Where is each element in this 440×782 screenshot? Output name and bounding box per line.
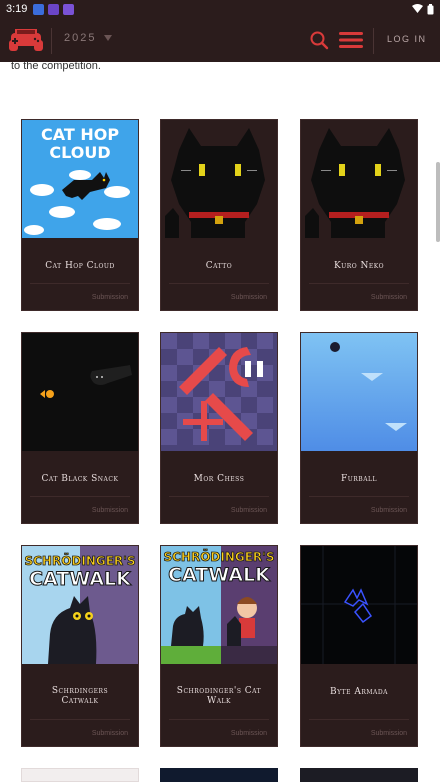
card-title[interactable]: Catto: [161, 261, 277, 271]
submission-card[interactable]: [300, 768, 418, 782]
black-cat-thumbnail: [161, 120, 277, 238]
site-header: 2025 LOG IN: [0, 18, 440, 62]
card-title[interactable]: Byte Armada: [301, 687, 417, 697]
submission-card[interactable]: SCHRÖDINGER'S CATWALK Schrdingers Catwal…: [21, 545, 139, 747]
submission-badge: Submission: [91, 294, 128, 301]
submission-badge: Submission: [91, 507, 128, 514]
header-divider: [51, 28, 52, 54]
card-divider: [309, 496, 409, 497]
submission-card[interactable]: Mor Chess Submission: [160, 332, 278, 524]
card-divider: [169, 719, 269, 720]
card-divider: [30, 283, 130, 284]
login-link[interactable]: LOG IN: [387, 34, 427, 44]
art-text: CAT HOP: [41, 125, 119, 144]
submission-badge: Submission: [370, 294, 407, 301]
submission-badge: Submission: [230, 730, 267, 737]
notification-icon: [63, 3, 75, 15]
card-title[interactable]: Kuro Neko: [301, 261, 417, 271]
submission-card[interactable]: Byte Armada Submission: [300, 545, 418, 747]
art-text: SCHRÖDINGER'S: [24, 553, 135, 568]
submission-badge: Submission: [230, 294, 267, 301]
card-divider: [30, 719, 130, 720]
submission-card[interactable]: SCHRÖDINGER'S CATWALK Schrodinger's Cat …: [160, 545, 278, 747]
hamburger-menu-icon[interactable]: [339, 31, 363, 49]
submission-badge: Submission: [230, 507, 267, 514]
year-label: 2025: [64, 32, 97, 44]
card-divider: [169, 496, 269, 497]
chevron-down-icon: [104, 35, 113, 41]
wifi-icon: [412, 4, 423, 13]
battery-icon: [427, 3, 434, 14]
card-title[interactable]: Furball: [301, 474, 417, 484]
intro-text: to the competition.: [11, 60, 101, 72]
card-divider: [309, 283, 409, 284]
black-cat-thumbnail: [301, 120, 417, 238]
card-title[interactable]: Schrodinger's Cat Walk: [161, 686, 277, 706]
submission-card[interactable]: [21, 768, 139, 782]
submission-card[interactable]: Catto Submission: [160, 119, 278, 311]
art-text: CLOUD: [49, 143, 110, 162]
cat-hop-cloud-thumbnail: CAT HOP CLOUD: [22, 120, 138, 238]
art-text: CATWALK: [168, 564, 271, 586]
submission-badge: Submission: [370, 507, 407, 514]
art-text: SCHRÖDINGER'S: [163, 549, 274, 564]
card-title[interactable]: Cat Black Snack: [22, 474, 138, 484]
card-title[interactable]: Cat Hop Cloud: [22, 261, 138, 271]
submission-badge: Submission: [91, 730, 128, 737]
notification-icon: [48, 3, 60, 15]
submission-badge: Submission: [370, 730, 407, 737]
submission-card[interactable]: Cat Black Snack Submission: [21, 332, 139, 524]
chess-thumbnail: [161, 333, 277, 451]
space-thumbnail: [301, 546, 417, 664]
card-title[interactable]: Mor Chess: [161, 474, 277, 484]
year-selector[interactable]: 2025: [64, 32, 113, 44]
scrollbar[interactable]: [436, 162, 440, 242]
furball-thumbnail: [301, 333, 417, 451]
card-title[interactable]: Schrdingers Catwalk: [22, 686, 138, 706]
card-divider: [309, 719, 409, 720]
submission-card[interactable]: [160, 768, 278, 782]
card-divider: [169, 283, 269, 284]
status-time: 3:19: [6, 3, 28, 15]
game-jam-logo-icon[interactable]: [9, 26, 43, 52]
notification-icon: [33, 3, 45, 15]
catwalk-thumbnail: SCHRÖDINGER'S CATWALK: [161, 546, 277, 664]
black-snack-thumbnail: [22, 333, 138, 451]
submission-card[interactable]: Kuro Neko Submission: [300, 119, 418, 311]
art-text: CATWALK: [29, 568, 132, 590]
submission-card[interactable]: CAT HOP CLOUD Cat Hop Cloud Submission: [21, 119, 139, 311]
card-divider: [30, 496, 130, 497]
submission-card[interactable]: Furball Submission: [300, 332, 418, 524]
status-bar: 3:19: [0, 0, 440, 18]
catwalk-thumbnail: SCHRÖDINGER'S CATWALK: [22, 546, 138, 664]
header-divider: [373, 28, 374, 54]
search-icon[interactable]: [309, 30, 329, 50]
